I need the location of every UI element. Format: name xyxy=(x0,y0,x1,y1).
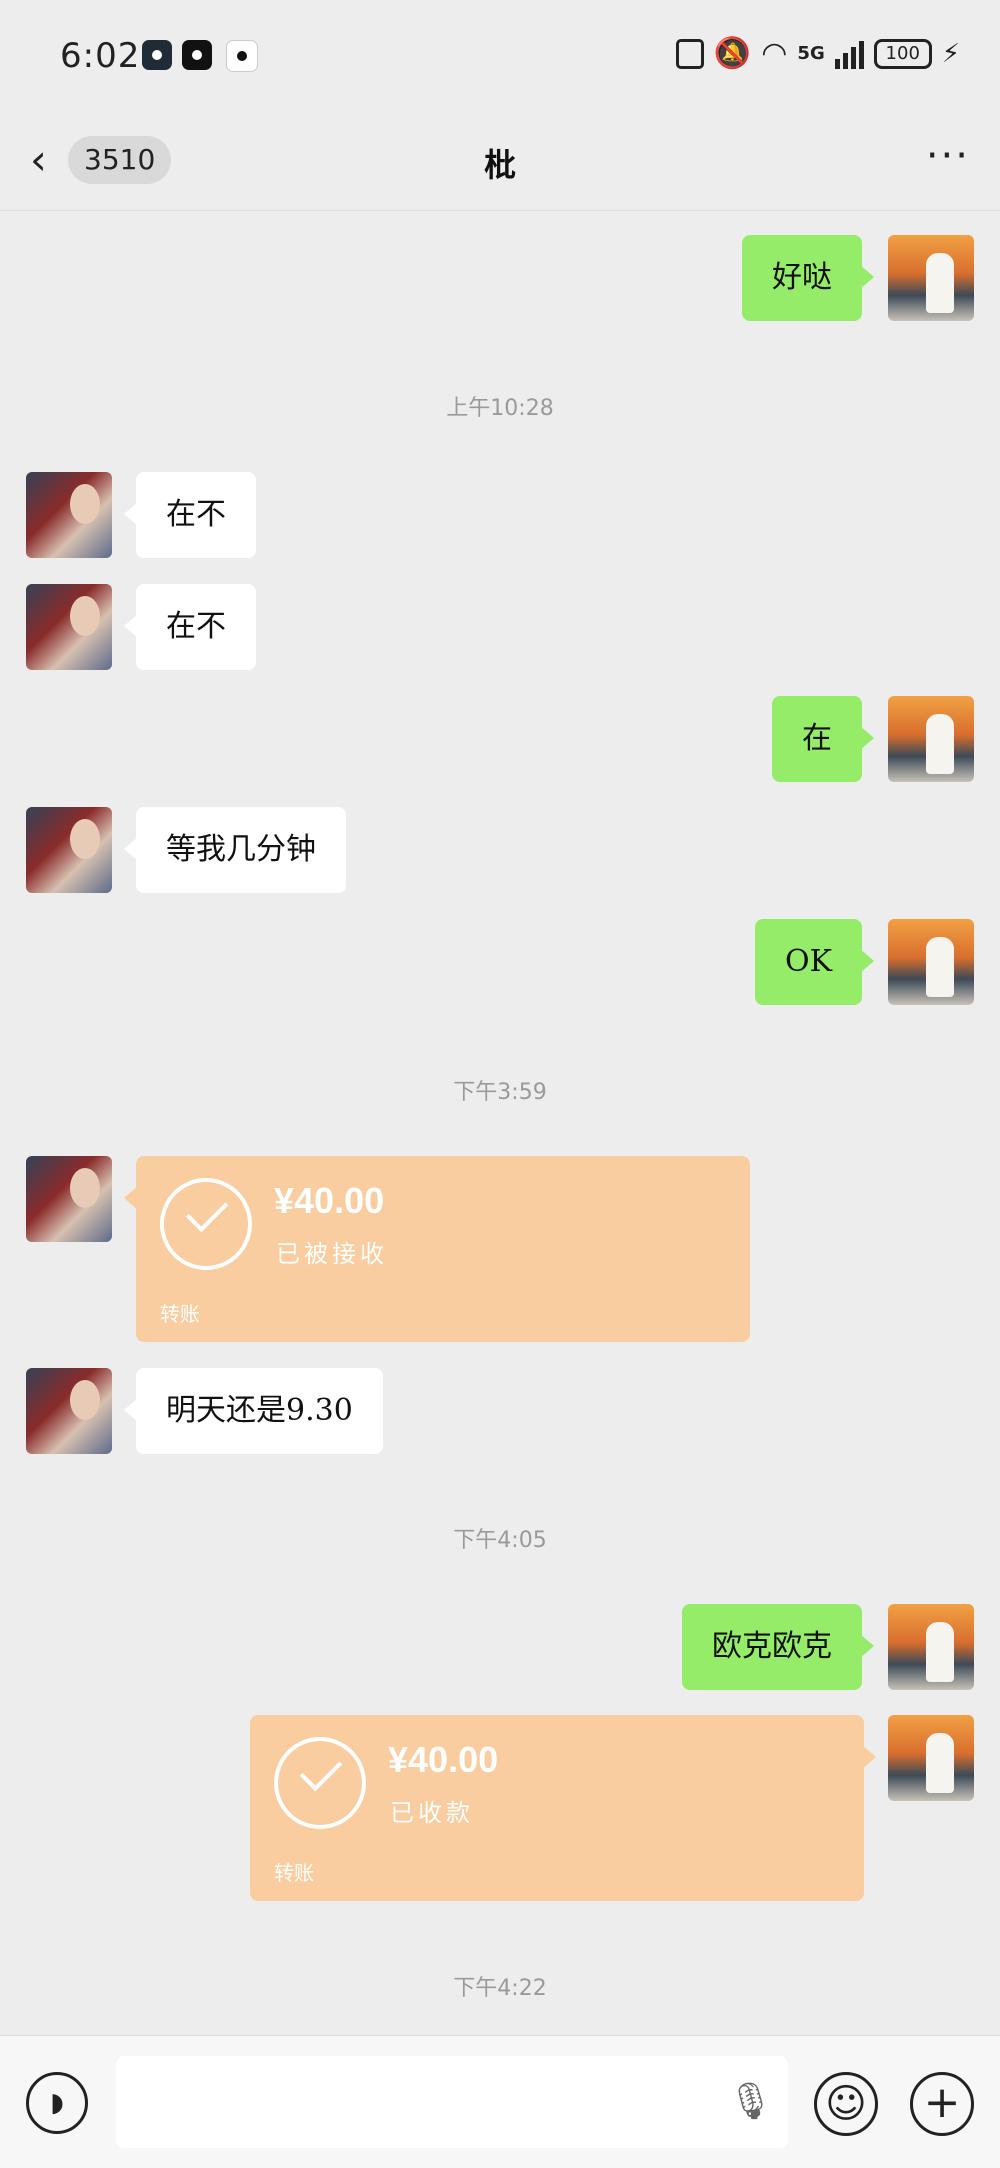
charging-icon: ⚡ xyxy=(941,38,960,69)
my-avatar[interactable] xyxy=(888,235,974,321)
mute-bell-icon: 🔕 xyxy=(713,36,752,71)
timestamp: 下午3:59 xyxy=(453,1080,547,1105)
timestamp: 下午4:05 xyxy=(453,1528,547,1553)
contact-avatar[interactable] xyxy=(26,472,112,558)
contact-avatar[interactable] xyxy=(26,1368,112,1454)
transfer-amount: ¥40.00 xyxy=(388,1739,499,1780)
message-composer: ◗ 🎙 ☺ + xyxy=(0,2035,1000,2168)
my-avatar[interactable] xyxy=(888,1604,974,1690)
message-notification-icon xyxy=(182,40,212,70)
app-notification-icon xyxy=(142,40,172,70)
my-avatar[interactable] xyxy=(888,696,974,782)
my-avatar[interactable] xyxy=(888,1715,974,1801)
message-input[interactable] xyxy=(116,2056,788,2148)
timestamp: 上午10:28 xyxy=(446,396,554,421)
chat-header: ‹ 3510 枇 ··· xyxy=(0,110,1000,211)
my-avatar[interactable] xyxy=(888,919,974,1005)
app-notification-icon xyxy=(226,40,258,72)
contact-avatar[interactable] xyxy=(26,1156,112,1242)
status-bar: 6:02 🔕 ◠ 5G 100 ⚡ xyxy=(0,0,1000,110)
transfer-amount: ¥40.00 xyxy=(274,1180,385,1221)
transfer-card-outgoing[interactable]: ¥40.00 已收款 转账 xyxy=(250,1715,876,1901)
transfer-card-incoming[interactable]: ¥40.00 已被接收 转账 xyxy=(124,1156,750,1342)
message-list[interactable]: 好哒 上午10:28 在不 在不 在 等我几分钟 OK 下午3:59 ¥40.0… xyxy=(0,210,1000,2035)
battery-icon: 100 xyxy=(873,38,932,69)
signal-bars-icon xyxy=(834,39,864,69)
emoji-icon[interactable]: ☺ xyxy=(814,2072,878,2136)
wifi-icon: ◠ xyxy=(761,36,788,71)
timestamp: 下午4:22 xyxy=(453,1976,547,2001)
transfer-label: 转账 xyxy=(274,1861,314,1885)
more-options-icon[interactable]: ··· xyxy=(926,136,970,176)
transfer-status: 已被接收 xyxy=(276,1240,388,1268)
message-bubble-incoming[interactable]: 等我几分钟 xyxy=(124,807,346,893)
status-time: 6:02 xyxy=(60,36,141,76)
nfc-icon xyxy=(675,38,704,69)
contact-avatar[interactable] xyxy=(26,807,112,893)
message-bubble-outgoing[interactable]: OK xyxy=(754,919,875,1005)
contact-avatar[interactable] xyxy=(26,584,112,670)
microphone-icon[interactable]: 🎙 xyxy=(728,2080,774,2122)
message-bubble-incoming[interactable]: 在不 xyxy=(124,584,256,670)
transfer-status: 已收款 xyxy=(390,1799,474,1827)
message-bubble-outgoing[interactable]: 在 xyxy=(772,696,874,782)
message-bubble-incoming[interactable]: 明天还是9.30 xyxy=(124,1368,383,1454)
status-indicators: 🔕 ◠ 5G 100 ⚡ xyxy=(675,36,960,71)
check-circle-icon xyxy=(274,1737,366,1829)
plus-icon[interactable]: + xyxy=(910,2072,974,2136)
transfer-label: 转账 xyxy=(160,1302,200,1326)
voice-mode-icon[interactable]: ◗ xyxy=(26,2072,88,2134)
network-type: 5G xyxy=(797,43,825,64)
message-bubble-incoming[interactable]: 在不 xyxy=(124,472,256,558)
check-circle-icon xyxy=(160,1178,252,1270)
chat-title: 枇 xyxy=(483,146,516,184)
message-bubble-outgoing[interactable]: 欧克欧克 xyxy=(682,1604,874,1690)
message-bubble-outgoing[interactable]: 好哒 xyxy=(742,235,874,321)
